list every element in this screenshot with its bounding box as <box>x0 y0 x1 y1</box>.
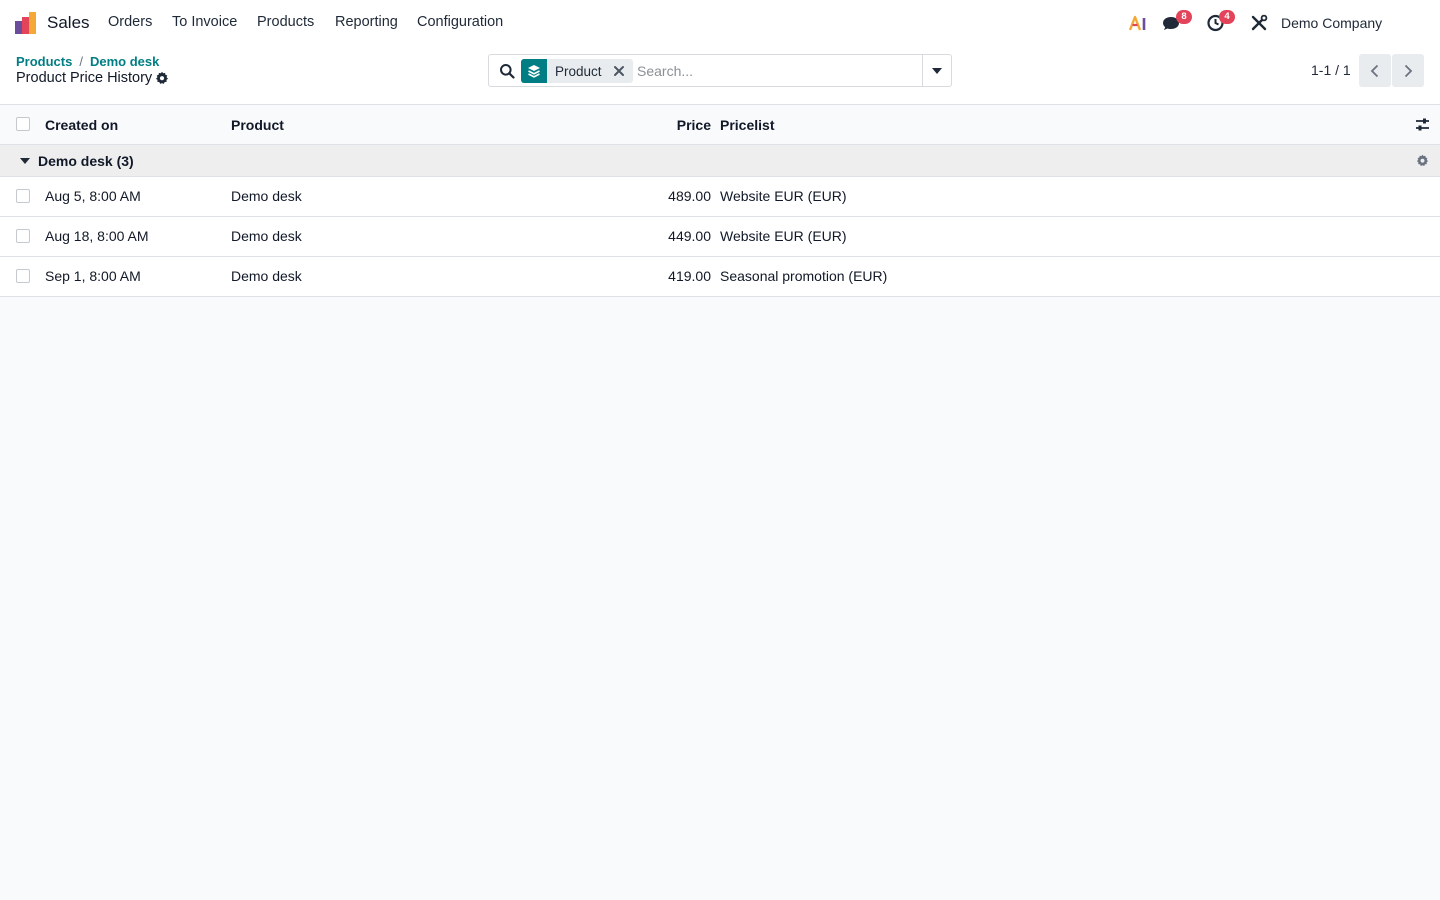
group-label: Demo desk (3) <box>38 153 134 169</box>
layers-icon <box>528 65 540 78</box>
column-header-product[interactable]: Product <box>231 117 284 133</box>
column-header-price[interactable]: Price <box>600 117 711 133</box>
column-header-created-on[interactable]: Created on <box>45 117 118 133</box>
sales-app-logo-icon[interactable] <box>14 11 38 35</box>
search-input[interactable] <box>637 59 917 83</box>
cell-created-on: Aug 18, 8:00 AM <box>45 228 149 244</box>
control-panel: Products / Demo desk Product Price History… <box>0 46 1440 105</box>
cell-product: Demo desk <box>231 188 302 204</box>
cell-created-on: Aug 5, 8:00 AM <box>45 188 141 204</box>
tools-icon[interactable] <box>1248 12 1270 34</box>
price-history-list: Created on Product Price Pricelist Demo … <box>0 105 1440 297</box>
activities-badge: 4 <box>1219 10 1235 24</box>
caret-down-icon <box>932 67 942 74</box>
facet-group-icon-box <box>521 59 547 83</box>
cell-pricelist: Website EUR (EUR) <box>720 188 847 204</box>
pager-next-button[interactable] <box>1392 54 1424 87</box>
row-checkbox[interactable] <box>16 189 30 203</box>
menu-to-invoice[interactable]: To Invoice <box>172 14 237 30</box>
column-header-pricelist[interactable]: Pricelist <box>720 117 774 133</box>
chevron-left-icon <box>1370 64 1379 77</box>
cell-price: 419.00 <box>668 268 711 284</box>
cell-pricelist: Website EUR (EUR) <box>720 228 847 244</box>
menu-reporting[interactable]: Reporting <box>335 14 398 30</box>
group-row-demo-desk[interactable]: Demo desk (3) <box>0 145 1440 177</box>
facet-label: Product <box>555 63 602 79</box>
cell-product: Demo desk <box>231 228 302 244</box>
menu-configuration[interactable]: Configuration <box>417 14 503 30</box>
page-title: Product Price History <box>16 70 153 86</box>
cell-created-on: Sep 1, 8:00 AM <box>45 268 141 284</box>
table-row[interactable]: Aug 18, 8:00 AM Demo desk 449.00 Website… <box>0 217 1440 257</box>
messages-badge: 8 <box>1176 10 1192 24</box>
top-navbar: Sales Orders To Invoice Products Reporti… <box>0 0 1440 46</box>
search-options-toggle[interactable] <box>922 55 951 86</box>
gear-icon[interactable] <box>155 71 169 85</box>
app-name[interactable]: Sales <box>47 13 90 33</box>
breadcrumb: Products / Demo desk <box>16 54 159 69</box>
search-bar: Product <box>488 54 952 87</box>
breadcrumb-separator: / <box>79 54 83 69</box>
pager-previous-button[interactable] <box>1359 54 1391 87</box>
search-icon[interactable] <box>499 63 515 79</box>
cell-price: 489.00 <box>668 188 711 204</box>
table-row[interactable]: Aug 5, 8:00 AM Demo desk 489.00 Website … <box>0 177 1440 217</box>
pager-value[interactable]: 1-1 / 1 <box>1311 62 1351 78</box>
select-all-checkbox[interactable] <box>16 117 30 131</box>
table-row[interactable]: Sep 1, 8:00 AM Demo desk 419.00 Seasonal… <box>0 257 1440 297</box>
cell-price: 449.00 <box>668 228 711 244</box>
optional-columns-icon[interactable] <box>1415 117 1430 132</box>
cell-product: Demo desk <box>231 268 302 284</box>
breadcrumb-products[interactable]: Products <box>16 54 72 69</box>
list-header: Created on Product Price Pricelist <box>0 105 1440 145</box>
gear-icon[interactable] <box>1416 154 1429 167</box>
caret-down-icon <box>20 158 30 164</box>
company-switcher[interactable]: Demo Company <box>1281 15 1382 31</box>
row-checkbox[interactable] <box>16 269 30 283</box>
cell-pricelist: Seasonal promotion (EUR) <box>720 268 888 284</box>
menu-orders[interactable]: Orders <box>108 14 152 30</box>
menu-products[interactable]: Products <box>257 14 314 30</box>
chevron-right-icon <box>1404 64 1413 77</box>
breadcrumb-demo-desk[interactable]: Demo desk <box>90 54 159 69</box>
close-icon[interactable] <box>613 65 625 77</box>
row-checkbox[interactable] <box>16 229 30 243</box>
ai-icon[interactable] <box>1128 12 1150 34</box>
search-facet-product[interactable]: Product <box>521 59 633 83</box>
